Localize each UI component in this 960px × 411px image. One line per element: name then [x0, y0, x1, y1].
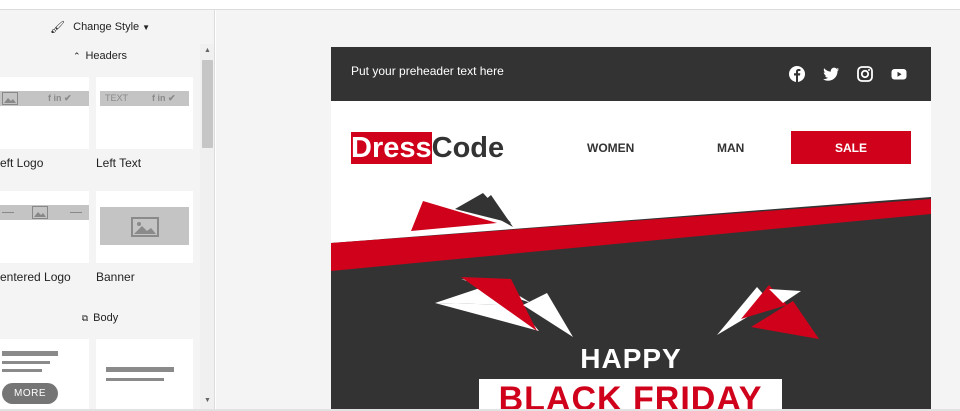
social-placeholder: f in ✔ [152, 93, 176, 103]
preheader-text[interactable]: Put your preheader text here [351, 64, 504, 78]
image-icon [131, 217, 159, 237]
nav-sale-button[interactable]: SALE [791, 131, 911, 164]
scroll-down-arrow[interactable]: ▼ [202, 396, 213, 406]
change-style-button[interactable]: 🖌 Change Style ▼ [0, 10, 200, 44]
tile-left-logo-label: eft Logo [0, 156, 44, 170]
body-label: Body [93, 312, 119, 324]
text-line [2, 361, 50, 364]
twitter-icon[interactable] [822, 65, 840, 83]
brand-part-dress: Dress [351, 132, 432, 164]
text-line [2, 369, 42, 372]
brand-part-code: Code [431, 132, 505, 164]
hero-title-happy[interactable]: HAPPY [331, 343, 931, 375]
headers-section-title: ⌃ Headers [0, 46, 200, 66]
social-placeholder: f in ✔ [48, 93, 72, 103]
nav-women-link[interactable]: WOMEN [587, 141, 634, 155]
chevron-up-icon: ⌃ [72, 50, 81, 61]
tile-body-text[interactable] [96, 339, 193, 411]
tile-banner[interactable] [96, 191, 193, 263]
blocks-panel: 🖌 Change Style ▼ ⌃ Headers f in ✔ eft Lo… [0, 10, 215, 411]
copy-icon: ⧉ [81, 312, 89, 323]
body-section-title: ⧉ Body [0, 308, 200, 328]
scrollbar-thumb[interactable] [202, 60, 213, 148]
nav-man-link[interactable]: MAN [717, 141, 744, 155]
text-line [2, 351, 58, 356]
text-line [106, 378, 164, 381]
text-line [106, 367, 174, 372]
tile-banner-label: Banner [96, 270, 135, 284]
preheader-bar: Put your preheader text here [331, 47, 931, 101]
youtube-icon[interactable] [890, 65, 908, 83]
image-icon [32, 206, 48, 219]
hero-title-black-friday[interactable]: BLACK FRIDAY [479, 380, 782, 411]
tile-centered-logo-label: entered Logo [0, 270, 71, 284]
headers-label: Headers [85, 50, 128, 62]
brand-logo[interactable]: DressCode [351, 132, 504, 164]
facebook-icon[interactable] [788, 65, 806, 83]
email-template[interactable]: Put your preheader text here DressCode W… [331, 47, 931, 411]
instagram-icon[interactable] [856, 65, 874, 83]
change-style-label: Change Style [73, 21, 140, 33]
divider-line [70, 212, 82, 213]
text-placeholder: TEXT [105, 93, 129, 103]
tile-left-logo[interactable]: f in ✔ [0, 77, 89, 149]
image-icon [2, 92, 18, 105]
paintbrush-icon: 🖌 [49, 20, 66, 34]
tile-left-text[interactable]: TEXT f in ✔ [96, 77, 193, 149]
more-button[interactable]: MORE [2, 383, 58, 404]
tile-centered-logo[interactable] [0, 191, 89, 263]
divider-line [2, 212, 14, 213]
tile-left-text-label: Left Text [96, 156, 142, 170]
caret-down-icon: ▼ [142, 22, 151, 32]
scroll-up-arrow[interactable]: ▲ [202, 46, 213, 56]
